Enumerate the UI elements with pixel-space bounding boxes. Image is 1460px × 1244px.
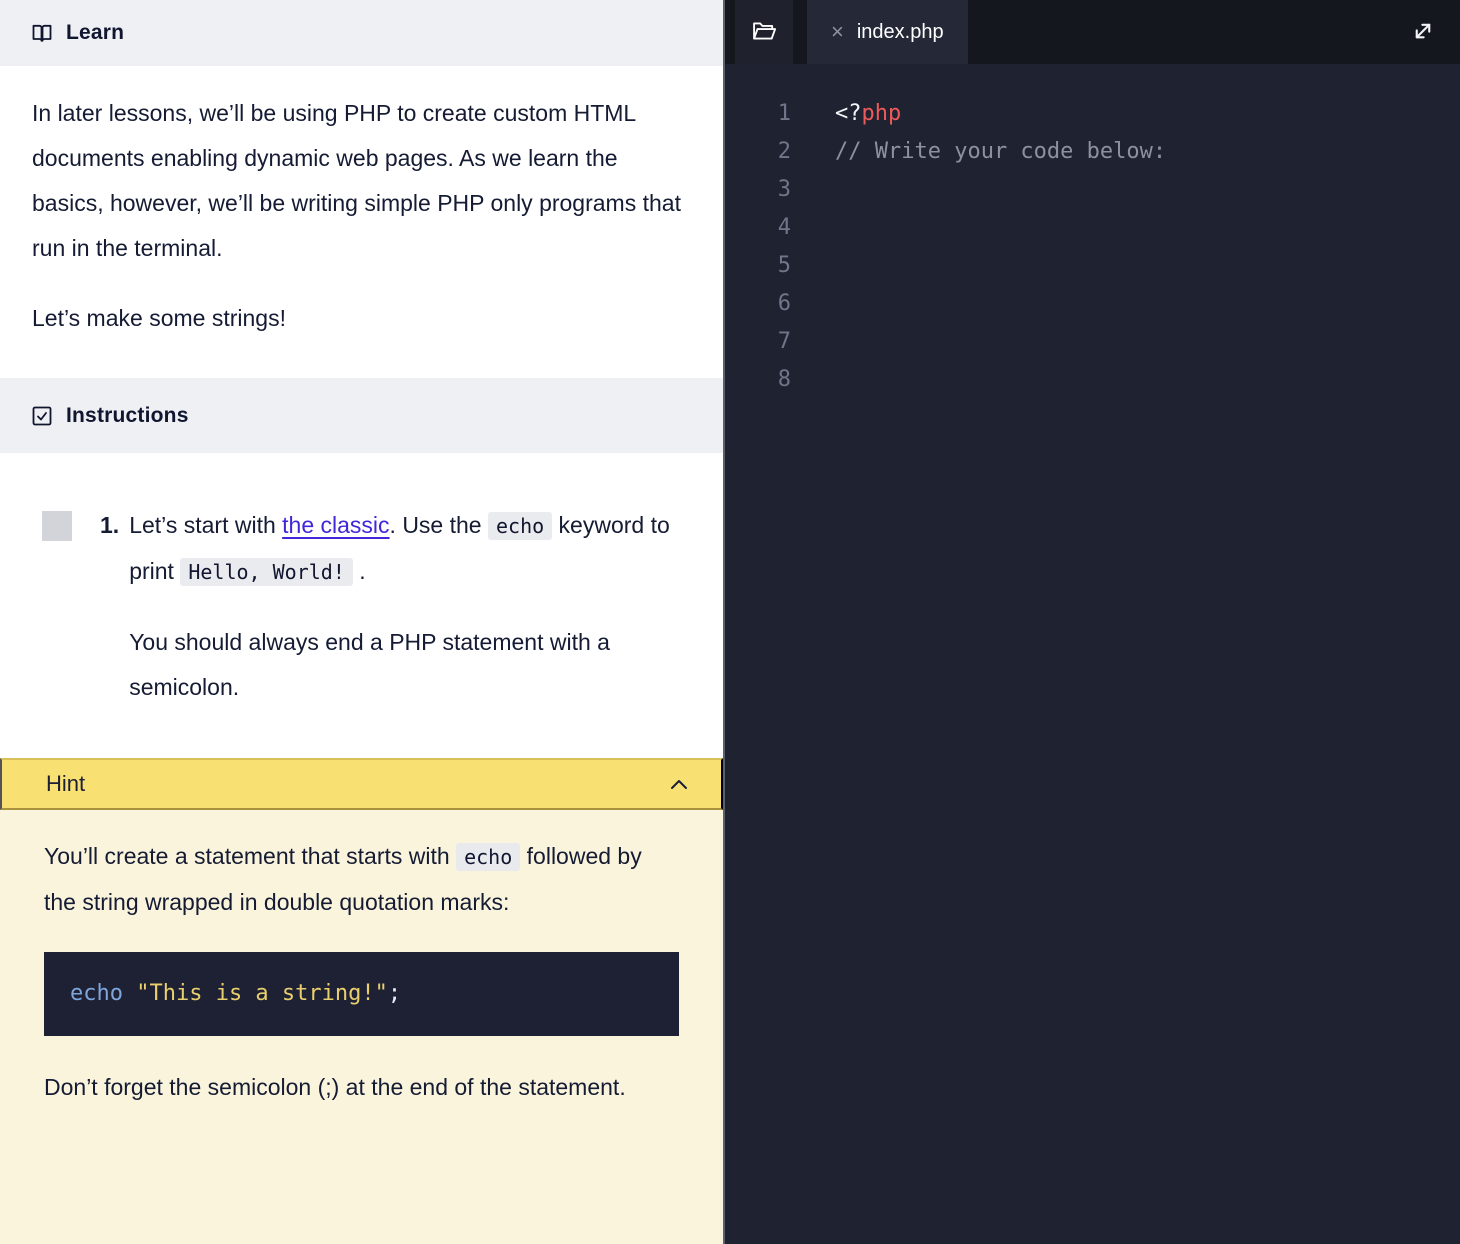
task-text-segment: Let’s start with — [129, 512, 282, 538]
line-number: 2 — [725, 139, 791, 164]
code-token-string: "This is a string!" — [123, 981, 388, 1006]
learn-body: In later lessons, we’ll be using PHP to … — [0, 66, 723, 378]
instructions-title: Instructions — [66, 404, 189, 428]
line-number: 1 — [725, 101, 791, 126]
tab-filename: index.php — [857, 21, 944, 44]
line-number: 4 — [725, 215, 791, 240]
learn-title: Learn — [66, 21, 124, 45]
editor-line: 6 — [725, 284, 1460, 322]
task-checkbox[interactable] — [42, 511, 72, 541]
line-number: 5 — [725, 253, 791, 278]
editor-line: 8 — [725, 360, 1460, 398]
editor-panel: × index.php 1 <?php 2 // Write your code… — [723, 0, 1460, 1244]
line-number: 6 — [725, 291, 791, 316]
code-line-content: <?php — [791, 101, 901, 126]
instructions-header: Instructions — [0, 378, 723, 453]
hint-code-block: echo "This is a string!"; — [44, 952, 679, 1036]
editor-line: 2 // Write your code below: — [725, 132, 1460, 170]
editor-line: 3 — [725, 170, 1460, 208]
editor-line: 4 — [725, 208, 1460, 246]
task-item: 1. Let’s start with the classic. Use the… — [42, 503, 679, 710]
hint-footer: Don’t forget the semicolon (;) at the en… — [44, 1065, 679, 1110]
hint-toggle[interactable]: Hint — [0, 758, 723, 810]
expand-editor-button[interactable] — [1408, 16, 1438, 49]
code-editor[interactable]: 1 <?php 2 // Write your code below: 3 4 … — [725, 64, 1460, 1244]
task-text-segment: . Use the — [390, 512, 488, 538]
open-folder-icon — [750, 17, 778, 48]
expand-diagonal-arrow-icon — [1408, 16, 1438, 49]
inline-code-hello-world: Hello, World! — [180, 558, 353, 586]
code-token-php-keyword: php — [862, 101, 902, 126]
line-number: 3 — [725, 177, 791, 202]
hint-body: You’ll create a statement that starts wi… — [0, 810, 723, 1244]
learn-paragraph: Let’s make some strings! — [32, 296, 685, 341]
task-content: Let’s start with the classic. Use the ec… — [129, 503, 679, 710]
code-line-content: // Write your code below: — [791, 139, 1166, 164]
line-number: 7 — [725, 329, 791, 354]
close-tab-icon[interactable]: × — [831, 21, 844, 43]
inline-code-echo: echo — [456, 843, 520, 871]
task-number: 1. — [100, 503, 119, 548]
code-token-semicolon: ; — [388, 981, 401, 1006]
editor-line: 1 <?php — [725, 94, 1460, 132]
hint-text-segment: You’ll create a statement that starts wi… — [44, 843, 456, 869]
learn-paragraph: In later lessons, we’ll be using PHP to … — [32, 91, 685, 271]
learn-header: Learn — [0, 0, 723, 66]
editor-line: 5 — [725, 246, 1460, 284]
line-number: 8 — [725, 367, 791, 392]
checked-checkbox-icon — [30, 404, 54, 428]
file-tree-button[interactable] — [735, 0, 793, 64]
the-classic-link[interactable]: the classic — [282, 512, 389, 538]
hint-title: Hint — [46, 771, 85, 797]
task-note: You should always end a PHP statement wi… — [129, 620, 679, 710]
chevron-up-icon — [667, 772, 691, 796]
code-token-keyword: echo — [70, 981, 123, 1006]
open-book-icon — [30, 21, 54, 45]
instructions-body: 1. Let’s start with the classic. Use the… — [0, 453, 723, 758]
lesson-panel: Learn In later lessons, we’ll be using P… — [0, 0, 723, 1244]
editor-tab-bar: × index.php — [725, 0, 1460, 64]
hint-text: You’ll create a statement that starts wi… — [44, 834, 679, 925]
editor-line: 7 — [725, 322, 1460, 360]
task-text: Let’s start with the classic. Use the ec… — [129, 503, 679, 595]
code-token-php-open: <? — [835, 101, 862, 126]
task-text-segment: . — [353, 558, 366, 584]
tab-index-php[interactable]: × index.php — [807, 0, 968, 64]
inline-code-echo: echo — [488, 512, 552, 540]
